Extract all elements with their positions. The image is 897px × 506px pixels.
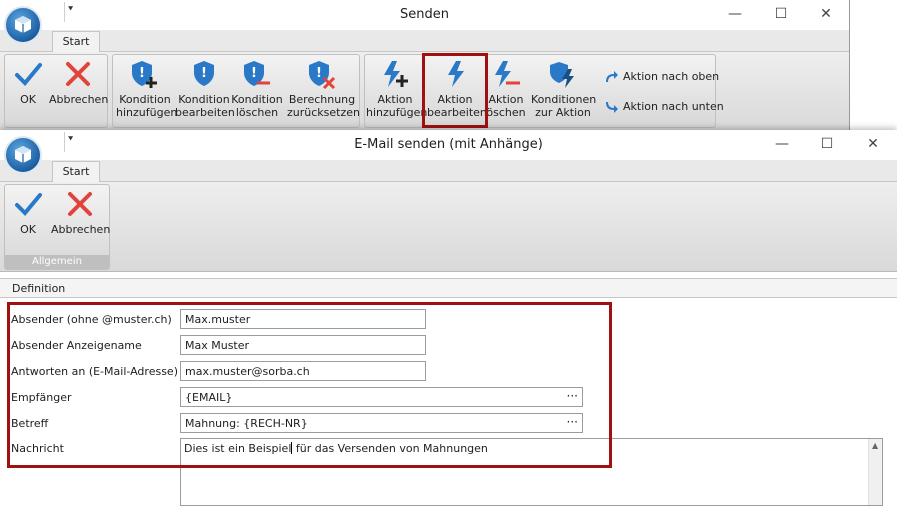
bolt-shield-icon bbox=[550, 62, 574, 88]
konditionen-zur-aktion-button[interactable]: Konditionen zur Aktion bbox=[531, 59, 596, 119]
ribbon-group-allgemein: OK Abbrechen Allgemein bbox=[4, 184, 110, 270]
shield-x-icon: ! bbox=[309, 61, 336, 89]
aktion-nach-unten-button[interactable]: Aktion nach unten bbox=[603, 99, 724, 115]
shield-edit-icon: ! bbox=[194, 61, 214, 86]
svg-text:!: ! bbox=[251, 66, 257, 81]
section-header-definition: Definition bbox=[0, 278, 897, 298]
ribbon-group-konditionen: ! Kondition hinzufügen ! Kondition bearb… bbox=[112, 54, 360, 128]
minimize-button[interactable]: — bbox=[726, 5, 744, 23]
aktion-nach-oben-button[interactable]: Aktion nach oben bbox=[603, 69, 719, 85]
cross-icon bbox=[66, 62, 90, 86]
berechnung-zuruecksetzen-button[interactable]: ! Berechnung zurücksetzen bbox=[287, 59, 360, 119]
minimize-button[interactable]: — bbox=[773, 135, 791, 153]
ok-button[interactable]: OK bbox=[11, 189, 45, 236]
bolt-plus-icon bbox=[384, 61, 408, 87]
highlight-form-fields bbox=[7, 302, 612, 468]
arrow-up-icon bbox=[606, 71, 618, 82]
kondition-bearbeiten-button[interactable]: ! Kondition bearbeiten bbox=[175, 59, 235, 119]
close-button[interactable]: ✕ bbox=[864, 135, 882, 153]
email-ribbon: OK Abbrechen Allgemein bbox=[0, 182, 897, 272]
aktion-hinzufuegen-button[interactable]: Aktion hinzufügen bbox=[366, 59, 427, 119]
ok-button[interactable]: OK bbox=[11, 59, 45, 106]
svg-text:!: ! bbox=[139, 66, 145, 81]
svg-text:!: ! bbox=[316, 66, 322, 81]
scroll-up-icon[interactable]: ▲ bbox=[872, 441, 878, 450]
ribbon-tab-row: Start bbox=[0, 160, 897, 183]
window-title: Senden bbox=[400, 7, 449, 22]
group-label-allgemein: Allgemein bbox=[5, 255, 109, 269]
shield-minus-icon: ! bbox=[244, 61, 270, 86]
app-logo-icon[interactable] bbox=[4, 136, 42, 174]
checkmark-icon bbox=[15, 63, 42, 86]
cross-icon bbox=[68, 192, 92, 216]
close-button[interactable]: ✕ bbox=[817, 5, 835, 23]
nachricht-scrollbar[interactable]: ▲ bbox=[868, 439, 882, 505]
checkmark-icon bbox=[15, 193, 42, 216]
email-titlebar: ⯆ E-Mail senden (mit Anhänge) — ☐ ✕ bbox=[0, 130, 897, 160]
shield-plus-icon: ! bbox=[132, 61, 157, 88]
ribbon-group-aktionen: Aktion hinzufügen Aktion bearbeiten Akti… bbox=[364, 54, 724, 128]
aktion-loeschen-button[interactable]: Aktion öschen bbox=[485, 59, 527, 119]
senden-window: ⯆ Senden — ☐ ✕ Start OK Abbrechen ! Kond… bbox=[0, 0, 850, 132]
highlight-aktion-bearbeiten bbox=[422, 53, 488, 128]
bolt-minus-icon bbox=[495, 61, 520, 87]
abbrechen-button[interactable]: Abbrechen bbox=[49, 59, 108, 106]
app-logo-icon[interactable] bbox=[4, 6, 42, 44]
kondition-loeschen-button[interactable]: ! Kondition löschen bbox=[231, 59, 283, 119]
maximize-button[interactable]: ☐ bbox=[772, 5, 790, 23]
ribbon-tab-row: Start bbox=[0, 30, 849, 53]
abbrechen-button[interactable]: Abbrechen bbox=[51, 189, 110, 236]
senden-titlebar: ⯆ Senden — ☐ ✕ bbox=[0, 0, 849, 30]
ribbon-group-allgemein: OK Abbrechen bbox=[4, 54, 108, 128]
tab-start[interactable]: Start bbox=[52, 31, 100, 53]
window-title: E-Mail senden (mit Anhänge) bbox=[354, 137, 543, 152]
maximize-button[interactable]: ☐ bbox=[818, 135, 836, 153]
arrow-down-icon bbox=[606, 102, 618, 113]
tab-start[interactable]: Start bbox=[52, 161, 100, 183]
svg-text:!: ! bbox=[201, 66, 207, 81]
kondition-hinzufuegen-button[interactable]: ! Kondition hinzufügen bbox=[116, 59, 177, 119]
